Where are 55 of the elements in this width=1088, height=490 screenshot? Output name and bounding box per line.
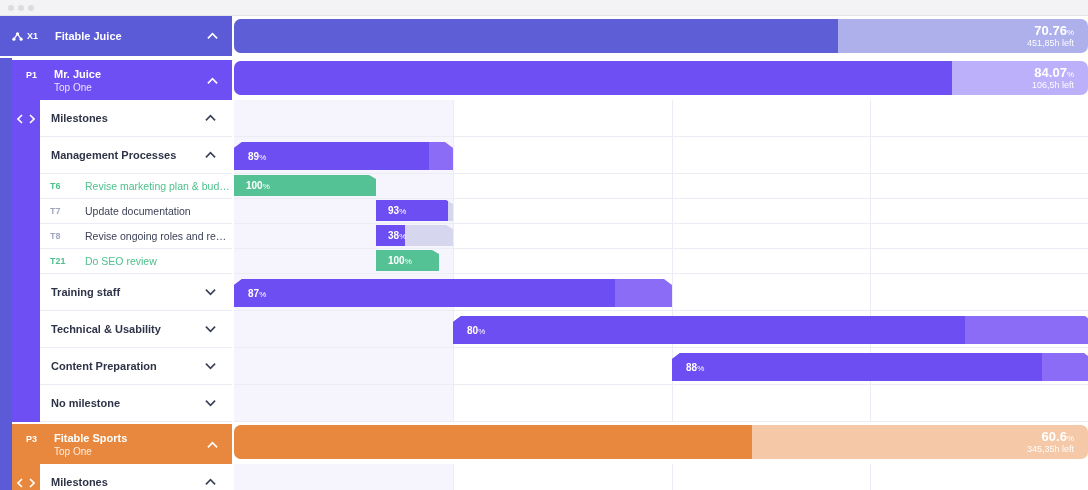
milestone-name: Training staff xyxy=(51,286,121,298)
portfolio-code: X1 xyxy=(27,31,39,41)
milestone-name: Content Preparation xyxy=(51,360,157,372)
percent-label: 80% xyxy=(466,324,486,336)
task-name: Update documentation xyxy=(85,205,191,217)
task-name: Revise marketing plan & bud… xyxy=(85,180,230,192)
percent-label: 87% xyxy=(247,287,267,299)
task-code: T8 xyxy=(50,231,62,241)
chevron-left-icon[interactable] xyxy=(17,478,23,488)
percent-label: 100% xyxy=(387,255,412,266)
task-code: T6 xyxy=(50,181,62,191)
chevron-down-icon[interactable] xyxy=(205,362,216,370)
portfolio-name: Fitable Juice xyxy=(55,30,123,42)
milestone-name: No milestone xyxy=(51,397,121,409)
hours-left-label: 345,35h left xyxy=(1026,444,1074,454)
project-subtitle: Top One xyxy=(54,82,93,93)
project-header[interactable]: P1 Mr. Juice Top One xyxy=(12,60,232,100)
chevron-up-icon[interactable] xyxy=(205,151,216,159)
percent-label: 88% xyxy=(685,361,705,373)
task-code: T21 xyxy=(50,256,67,266)
percent-label: 93% xyxy=(387,205,407,216)
milestones-label: Milestones xyxy=(51,112,108,124)
milestone-name: Technical & Usability xyxy=(51,323,161,335)
milestones-label: Milestones xyxy=(51,476,108,488)
chevron-up-icon[interactable] xyxy=(205,478,216,486)
milestone-bar[interactable]: 80% xyxy=(453,316,1088,344)
chevron-right-icon[interactable] xyxy=(29,478,35,488)
project-subtitle: Top One xyxy=(54,446,93,457)
chevron-up-icon[interactable] xyxy=(205,114,216,122)
percent-label: 100% xyxy=(245,180,270,191)
chevron-down-icon[interactable] xyxy=(205,325,216,333)
project-code: P1 xyxy=(26,69,38,80)
percent-label: 84.07% xyxy=(1034,65,1074,80)
milestone-bar[interactable]: 88% xyxy=(672,353,1088,381)
chevron-left-icon[interactable] xyxy=(17,114,23,124)
chevron-down-icon[interactable] xyxy=(205,288,216,296)
milestone-bar[interactable]: 89% xyxy=(234,142,453,170)
percent-label: 60.6% xyxy=(1041,429,1074,444)
portfolio-header[interactable]: X1 Fitable Juice xyxy=(0,16,232,56)
milestone-name: Management Processes xyxy=(51,149,177,161)
hours-left-label: 106,5h left xyxy=(1031,80,1074,90)
hierarchy-icon xyxy=(12,31,23,41)
percent-label: 70.76% xyxy=(1034,23,1074,38)
percent-label: 89% xyxy=(247,150,267,162)
task-code: T7 xyxy=(50,206,62,216)
task-name: Revise ongoing roles and re… xyxy=(85,230,227,242)
task-bar[interactable]: 93% xyxy=(376,200,453,221)
chevron-down-icon[interactable] xyxy=(205,399,216,407)
project-name: Mr. Juice xyxy=(54,68,102,80)
project-name: Fitable Sports xyxy=(54,432,128,444)
chevron-right-icon[interactable] xyxy=(29,114,35,124)
milestone-bar[interactable]: 87% xyxy=(234,279,672,307)
project-code: P3 xyxy=(26,433,38,444)
task-name: Do SEO review xyxy=(85,255,157,267)
hours-left-label: 451,85h left xyxy=(1026,38,1074,48)
